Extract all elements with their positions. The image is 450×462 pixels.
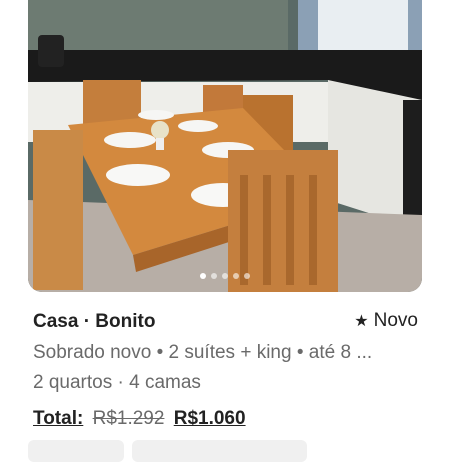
badge-label: Novo [373,310,418,331]
gallery-dot-active[interactable] [200,273,206,279]
new-listing-badge: ★ Novo [354,310,418,332]
gallery-dot[interactable] [222,273,228,279]
info-chips [28,440,307,462]
gallery-dot[interactable] [233,273,239,279]
info-chip [132,440,307,462]
listing-photo[interactable] [28,0,422,292]
kitchen-dining-image [28,0,422,292]
price-summary[interactable]: Total: R$1.292 R$1.060 [33,408,246,430]
discounted-price: R$1.060 [173,408,246,429]
total-label: Total: [33,408,84,429]
info-chip [28,440,124,462]
listing-rooms: 2 quartos · 4 camas [33,372,201,393]
listing-title[interactable]: Casa · Bonito [33,311,155,333]
star-icon: ★ [354,313,369,330]
listing-description: Sobrado novo • 2 suítes + king • até 8 .… [33,342,373,363]
gallery-dot[interactable] [244,273,250,279]
gallery-dot[interactable] [211,273,217,279]
original-price: R$1.292 [92,408,165,429]
gallery-pagination [28,273,422,279]
